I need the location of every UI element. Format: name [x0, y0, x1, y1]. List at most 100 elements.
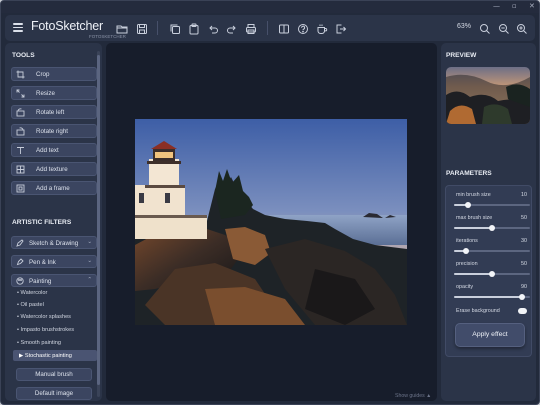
preview-title: PREVIEW — [446, 52, 477, 59]
filter-smooth-painting[interactable]: • Smooth painting — [17, 340, 61, 346]
zoom-fit-icon[interactable] — [479, 22, 491, 34]
help-icon[interactable] — [297, 22, 309, 34]
param-min-brush-label: min brush size — [456, 192, 491, 198]
filter-impasto-brushstrokes[interactable]: • Impasto brushstrokes — [17, 327, 74, 333]
toolbar: FotoSketcher FOTOSKETCHER 63% — [5, 15, 535, 41]
save-icon[interactable] — [136, 22, 148, 34]
rotate-right-button[interactable]: Rotate right — [11, 124, 97, 138]
slider-fill — [454, 227, 492, 229]
parameters-box: min brush size 10 max brush size 50 iter… — [445, 185, 532, 357]
chevron-down-icon: ⌄ — [87, 239, 92, 245]
pen-ink-label: Pen & Ink — [29, 258, 56, 266]
paste-icon[interactable] — [188, 22, 200, 35]
add-text-button[interactable]: Add text — [11, 143, 97, 157]
slider-fill — [454, 273, 492, 275]
slider-fill — [454, 296, 523, 298]
parameters-title: PARAMETERS — [446, 170, 492, 177]
app-logo: FotoSketcher — [31, 19, 103, 33]
copy-icon[interactable] — [169, 22, 181, 34]
resize-button[interactable]: Resize — [11, 86, 97, 100]
param-min-brush-value: 10 — [521, 192, 527, 198]
apply-effect-button[interactable]: Apply effect — [455, 323, 525, 347]
slider-thumb[interactable] — [463, 247, 470, 254]
add-text-label: Add text — [36, 147, 59, 154]
add-texture-label: Add texture — [36, 166, 68, 173]
param-precision-value: 50 — [521, 261, 527, 267]
coffee-icon[interactable] — [316, 22, 328, 34]
minimize-button[interactable]: — — [493, 2, 500, 10]
slider-thumb[interactable] — [464, 201, 471, 208]
compare-icon[interactable] — [278, 22, 290, 34]
pen-icon — [16, 258, 24, 266]
show-guides-toggle[interactable]: Show guides ▲ — [395, 393, 431, 399]
precision-slider[interactable] — [454, 270, 530, 277]
tools-title: TOOLS — [12, 52, 35, 59]
right-panel: PREVIEW PARAMETERS min brush size 10 max… — [441, 43, 536, 401]
toolbar-separator — [157, 21, 158, 35]
open-icon[interactable] — [116, 22, 128, 34]
close-button[interactable]: ✕ — [529, 2, 535, 10]
resize-label: Resize — [36, 90, 55, 97]
palette-icon — [16, 277, 24, 285]
add-frame-label: Add a frame — [36, 185, 70, 192]
pen-ink-category[interactable]: Pen & Ink ⌄ — [11, 255, 97, 268]
slider-thumb[interactable] — [519, 293, 526, 300]
exit-icon[interactable] — [335, 22, 347, 34]
painting-label: Painting — [29, 277, 52, 285]
filter-watercolor-splashes[interactable]: • Watercolor splashes — [17, 314, 71, 320]
rotate-right-label: Rotate right — [36, 128, 68, 135]
crop-button[interactable]: Crop — [11, 67, 97, 81]
zoom-in-icon[interactable] — [516, 22, 528, 34]
rotate-right-icon — [16, 127, 25, 136]
rotate-left-icon — [16, 108, 25, 117]
manual-brush-button[interactable]: Manual brush — [16, 368, 92, 381]
frame-icon — [16, 184, 25, 193]
scrollbar-thumb[interactable] — [97, 55, 100, 385]
painting-category[interactable]: Painting ⌃ — [11, 274, 97, 287]
redo-icon[interactable] — [226, 22, 238, 34]
erase-background-toggle[interactable] — [518, 308, 527, 314]
filter-oil-pastel[interactable]: • Oil pastel — [17, 302, 44, 308]
default-image-button[interactable]: Default image — [16, 387, 92, 400]
sketch-drawing-category[interactable]: Sketch & Drawing ⌄ — [11, 236, 97, 249]
param-opacity-label: opacity — [456, 284, 474, 290]
filter-stochastic-painting[interactable]: ▶ Stochastic painting — [13, 350, 97, 361]
param-max-brush-label: max brush size — [456, 215, 493, 221]
rotate-left-button[interactable]: Rotate left — [11, 105, 97, 119]
menu-icon[interactable] — [13, 23, 23, 32]
crop-label: Crop — [36, 71, 50, 78]
sketch-drawing-label: Sketch & Drawing — [29, 239, 79, 247]
min-brush-slider[interactable] — [454, 201, 530, 208]
artistic-filters-title: ARTISTIC FILTERS — [12, 219, 72, 226]
param-opacity-value: 90 — [521, 284, 527, 290]
preview-image — [446, 67, 530, 124]
filter-watercolor[interactable]: • Watercolor — [17, 290, 47, 296]
undo-icon[interactable] — [207, 22, 219, 34]
chevron-up-icon: ⌃ — [87, 277, 92, 283]
erase-background-label: Erase background — [456, 308, 500, 314]
slider-thumb[interactable] — [489, 224, 495, 231]
rotate-left-label: Rotate left — [36, 109, 65, 116]
zoom-out-icon[interactable] — [498, 22, 510, 34]
pencil-icon — [16, 239, 24, 247]
title-bar: — ▫ ✕ — [1, 1, 539, 13]
main-image — [135, 119, 407, 325]
texture-icon — [16, 165, 25, 174]
chevron-down-icon: ⌄ — [87, 258, 92, 264]
max-brush-slider[interactable] — [454, 224, 530, 231]
slider-thumb[interactable] — [489, 270, 495, 277]
print-icon[interactable] — [245, 22, 257, 34]
zoom-level: 63% — [457, 23, 472, 30]
left-panel: TOOLS Crop Resize Rotate left Rotate rig… — [5, 43, 102, 401]
param-precision-label: precision — [456, 261, 478, 267]
maximize-button[interactable]: ▫ — [512, 2, 517, 10]
param-max-brush-value: 50 — [521, 215, 527, 221]
param-iterations-value: 30 — [521, 238, 527, 244]
resize-icon — [16, 89, 25, 98]
crop-icon — [16, 70, 25, 79]
iterations-slider[interactable] — [454, 247, 530, 254]
text-icon — [16, 146, 25, 155]
opacity-slider[interactable] — [454, 293, 530, 300]
add-frame-button[interactable]: Add a frame — [11, 181, 97, 195]
add-texture-button[interactable]: Add texture — [11, 162, 97, 176]
